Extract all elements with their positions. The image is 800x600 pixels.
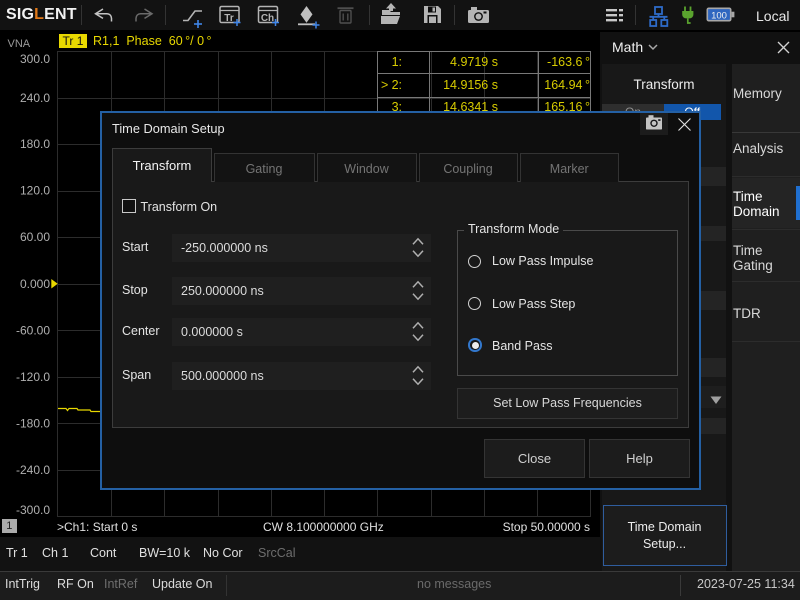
- svg-text:-60.00: -60.00: [16, 323, 50, 337]
- svg-text:1:: 1:: [392, 55, 402, 69]
- svg-text:4.9719 s: 4.9719 s: [450, 55, 498, 69]
- svg-text:Tr: Tr: [224, 13, 234, 24]
- svg-text:2:: 2:: [392, 78, 402, 92]
- svg-text:100: 100: [711, 10, 727, 21]
- svg-text:120.0: 120.0: [20, 184, 50, 198]
- svg-text:60.00: 60.00: [20, 230, 50, 244]
- svg-text:-300.0: -300.0: [16, 503, 50, 517]
- svg-text:164.94 °: 164.94 °: [544, 78, 590, 92]
- svg-text:14.9156 s: 14.9156 s: [443, 78, 498, 92]
- svg-text:>: >: [381, 78, 388, 92]
- svg-text:-240.0: -240.0: [16, 463, 50, 477]
- svg-text:-120.0: -120.0: [16, 370, 50, 384]
- svg-text:240.0: 240.0: [20, 91, 50, 105]
- svg-text:180.0: 180.0: [20, 137, 50, 151]
- svg-text:-180.0: -180.0: [16, 417, 50, 431]
- svg-text:0.000: 0.000: [20, 277, 50, 291]
- svg-text:300.0: 300.0: [20, 52, 50, 66]
- svg-text:-163.6 °: -163.6 °: [547, 55, 590, 69]
